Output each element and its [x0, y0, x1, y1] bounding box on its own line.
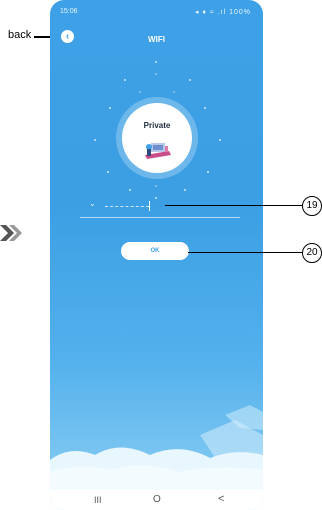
nav-recent-apps-button[interactable]: III	[94, 495, 102, 505]
nav-home-button[interactable]: O	[153, 494, 161, 505]
side-arrow-icon	[0, 225, 22, 241]
network-disc: Private	[122, 103, 192, 173]
system-nav-bar: III O <	[50, 490, 263, 510]
callout-20: 20	[302, 243, 322, 263]
network-name: Private	[143, 121, 171, 130]
ok-button[interactable]: OK	[121, 242, 189, 260]
password-underline	[80, 217, 240, 218]
callout-20-leader	[188, 252, 303, 253]
nav-back-button[interactable]: <	[218, 493, 224, 505]
text-caret	[149, 201, 150, 211]
password-input[interactable]: ⌄	[85, 198, 225, 214]
show-password-chevron-icon[interactable]: ⌄	[89, 199, 96, 208]
callout-19-leader	[165, 205, 303, 206]
router-illustration-icon	[145, 143, 171, 159]
phone-screen: 15:06 ◂ ♦ ≈ .ıl 100% ‹ WIFI Private ⌄ OK…	[50, 0, 263, 510]
background-waves	[50, 405, 263, 490]
callout-19: 19	[302, 196, 322, 216]
password-mask	[105, 206, 149, 207]
back-annotation-label: back	[8, 29, 32, 41]
